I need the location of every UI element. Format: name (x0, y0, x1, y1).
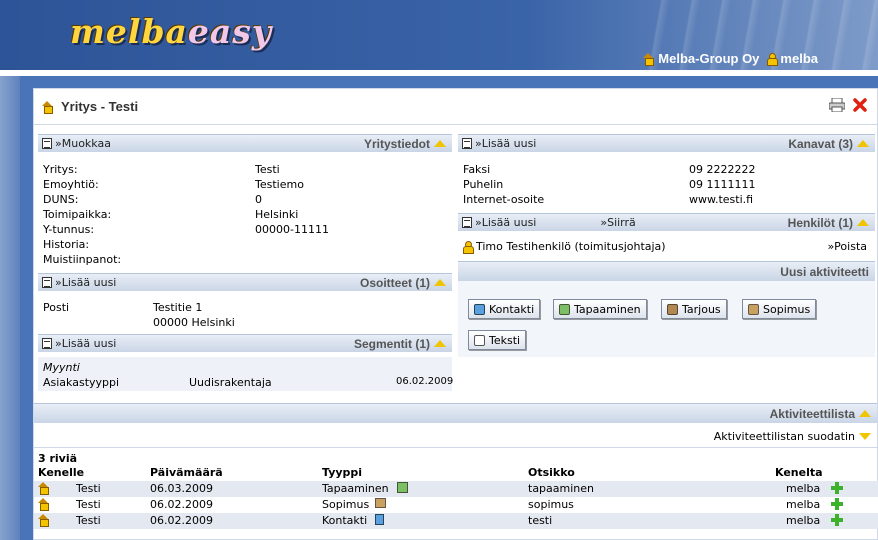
activities-section-title: Aktiviteettilista (769, 406, 855, 421)
add-icon[interactable] (831, 482, 843, 494)
column-header[interactable]: Päivämäärä (150, 466, 223, 479)
expand-icon (859, 433, 871, 440)
app-header: melbaeasy Melba-Group Oy melba (0, 0, 878, 70)
move-person-link[interactable]: »Siirrä (600, 216, 635, 229)
segment-value: Uudisrakentaja (189, 376, 272, 389)
meeting-icon (397, 482, 408, 493)
persons-section-header: »Lisää uusi »Siirrä Henkilöt (1) (458, 213, 875, 231)
segments-section-title: Segmentit (1) (353, 336, 430, 351)
collapse-icon[interactable] (857, 219, 869, 226)
channels-section-header: »Lisää uusi Kanavat (3) (458, 134, 875, 152)
add-address-link[interactable]: »Lisää uusi (42, 276, 116, 289)
address-value: Testitie 1 00000 Helsinki (153, 301, 235, 329)
segments-section-header: »Lisää uusi Segmentit (1) (38, 334, 452, 352)
column-header[interactable]: Otsikko (528, 466, 575, 479)
row-count: 3 riviä (38, 452, 78, 465)
text-icon (474, 334, 485, 346)
column-header[interactable]: Kenelle (38, 466, 84, 479)
company-icon (38, 498, 49, 511)
new-contract-button[interactable]: Sopimus (742, 299, 817, 319)
company-labels: Yritys: Emoyhtiö: DUNS: Toimipaikka: Y-tunnu… (43, 163, 122, 266)
company-icon (643, 53, 655, 66)
collapse-icon[interactable] (434, 140, 446, 147)
new-activity-title: Uusi aktiviteetti (780, 264, 869, 279)
panel-titlebar: Yritys - Testi (34, 89, 878, 125)
persons-section-title: Henkilöt (1) (787, 215, 853, 230)
user-icon (767, 53, 779, 66)
company-values: Testi Testiemo 0 Helsinki 00000-11111 (255, 163, 329, 236)
contact-icon (375, 514, 384, 525)
print-icon[interactable] (829, 98, 845, 112)
activities-section-header: Aktiviteettilista (34, 403, 877, 423)
website-link[interactable]: www.testi.fi (689, 192, 755, 207)
user-name[interactable]: melba (780, 51, 818, 66)
add-person-link[interactable]: »Lisää uusi (462, 216, 536, 229)
add-icon[interactable] (831, 498, 843, 510)
collapse-icon[interactable] (434, 279, 446, 286)
table-row[interactable]: Testi 06.02.2009 Sopimus sopimus melba (34, 497, 878, 513)
contract-icon (748, 303, 759, 315)
company-section-title: Yritystiedot (363, 136, 430, 151)
addresses-section-title: Osoitteet (1) (359, 275, 430, 290)
channel-values: 09 2222222 09 1111111 www.testi.fi (689, 163, 756, 207)
edit-company-link[interactable]: »Muokkaa (42, 137, 111, 150)
channel-labels: Faksi Puhelin Internet-osoite (463, 163, 545, 206)
person-item[interactable]: Timo Testihenkilö (toimitusjohtaja) (463, 240, 666, 254)
channels-section-title: Kanavat (3) (788, 136, 853, 151)
segment-date: 06.02.2009 (396, 376, 454, 387)
left-decoration (0, 76, 20, 540)
segment-category: Myynti (43, 361, 80, 374)
meeting-icon (559, 303, 570, 315)
document-icon (42, 277, 52, 288)
addresses-section-header: »Lisää uusi Osoitteet (1) (38, 273, 452, 291)
column-header[interactable]: Tyyppi (322, 466, 362, 479)
close-icon[interactable] (853, 98, 867, 112)
document-icon (462, 138, 472, 149)
user-bar: Melba-Group Oy melba (643, 51, 818, 66)
company-panel: Yritys - Testi »Muokkaa Yritystiedot Yri… (33, 88, 878, 540)
activity-filter-toggle[interactable]: Aktiviteettilistan suodatin (714, 430, 871, 443)
new-activity-header: Uusi aktiviteetti (458, 261, 875, 281)
address-type: Posti (43, 301, 70, 314)
company-name[interactable]: Melba-Group Oy (658, 51, 759, 66)
table-row[interactable]: Testi 06.02.2009 Kontakti testi melba (34, 513, 878, 529)
column-header[interactable]: Kenelta (775, 466, 823, 479)
company-icon (38, 514, 49, 527)
person-name[interactable]: Timo Testihenkilö (toimitusjohtaja) (476, 240, 666, 253)
add-segment-link[interactable]: »Lisää uusi (42, 337, 116, 350)
collapse-icon[interactable] (859, 410, 871, 417)
contract-icon (375, 498, 386, 508)
offer-icon (667, 303, 678, 315)
collapse-icon[interactable] (857, 140, 869, 147)
company-icon (38, 482, 49, 495)
new-meeting-button[interactable]: Tapaaminen (553, 299, 647, 319)
new-offer-button[interactable]: Tarjous (661, 299, 727, 319)
segment-label: Asiakastyyppi (43, 376, 120, 389)
add-channel-link[interactable]: »Lisää uusi (462, 137, 536, 150)
table-header: Kenelle Päivämäärä Tyyppi Otsikko Kenelt… (34, 465, 878, 481)
segment-row: Myynti Asiakastyyppi Uudisrakentaja 06.0… (38, 357, 454, 391)
add-icon[interactable] (831, 514, 843, 526)
new-text-button[interactable]: Teksti (468, 330, 527, 350)
remove-person-link[interactable]: »Poista (827, 240, 867, 253)
new-contact-button[interactable]: Kontakti (468, 299, 541, 319)
document-icon (42, 138, 52, 149)
contact-icon (474, 303, 485, 315)
page-title: Yritys - Testi (42, 99, 138, 114)
app-logo[interactable]: melbaeasy (70, 12, 272, 51)
collapse-icon[interactable] (434, 340, 446, 347)
company-icon (42, 101, 53, 114)
document-icon (462, 217, 472, 228)
person-icon (463, 241, 474, 254)
header-divider (0, 70, 878, 76)
table-row[interactable]: Testi 06.03.2009 Tapaaminen tapaaminen m… (34, 481, 878, 497)
document-icon (42, 338, 52, 349)
company-section-header: »Muokkaa Yritystiedot (38, 134, 452, 152)
